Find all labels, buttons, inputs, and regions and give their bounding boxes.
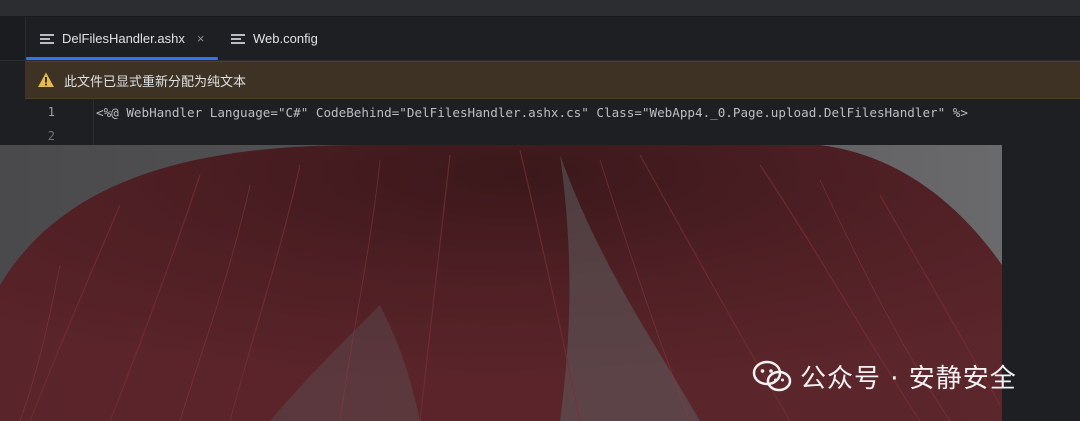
- line-number: 2: [47, 129, 55, 143]
- tab-label: DelFilesHandler.ashx: [62, 31, 185, 46]
- tab-label: Web.config: [253, 31, 318, 46]
- line-number: 1: [47, 105, 55, 119]
- wechat-icon: [752, 360, 792, 391]
- tab-delfileshandler[interactable]: DelFilesHandler.ashx ×: [26, 17, 218, 60]
- watermark-text: 公众号 · 安静安全: [800, 364, 1017, 394]
- text-file-icon: [231, 33, 245, 44]
- watermark: 公众号 · 安静安全: [752, 358, 1017, 395]
- plain-text-notification: 此文件已显式重新分配为纯文本: [25, 61, 1080, 99]
- banner-message: 此文件已显式重新分配为纯文本: [64, 74, 247, 90]
- editor-tab-bar: DelFilesHandler.ashx × Web.config: [0, 17, 1080, 61]
- window-top-strip: [0, 0, 1080, 17]
- close-icon[interactable]: ×: [197, 31, 205, 46]
- text-file-icon: [40, 33, 54, 44]
- code-line[interactable]: <%@ WebHandler Language="C#" CodeBehind=…: [96, 105, 968, 120]
- warning-icon: [38, 72, 54, 87]
- tab-web-config[interactable]: Web.config: [218, 17, 338, 60]
- tab-bar-gutter: [0, 17, 26, 60]
